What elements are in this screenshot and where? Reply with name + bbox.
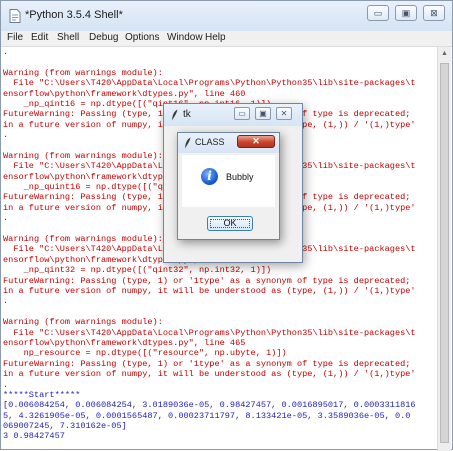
shell-line: ensorflow\python\framework\dtypes.py", l… <box>3 337 246 348</box>
shell-line: in a future version of numpy, it will be… <box>3 285 416 296</box>
tk-title-bar[interactable]: tk ▭ ▣ ✕ <box>164 104 302 126</box>
shell-line: FutureWarning: Passing (type, 1) or '1ty… <box>3 275 411 286</box>
menu-edit[interactable]: Edit <box>31 32 48 43</box>
shell-line: File "C:\Users\T420\AppData\Local\Progra… <box>3 78 416 89</box>
shell-line: in a future version of numpy, it will be… <box>3 369 416 380</box>
tk-close-button[interactable]: ✕ <box>276 107 292 120</box>
menu-debug[interactable]: Debug <box>89 32 118 43</box>
shell-line: *****Start***** <box>3 389 81 400</box>
maximize-button[interactable]: ▣ <box>395 5 417 21</box>
shell-line: . <box>3 47 9 57</box>
messagebox-title-bar[interactable]: CLASS ✕ <box>178 133 279 153</box>
ok-button[interactable]: OK <box>207 216 253 231</box>
vertical-scrollbar[interactable]: ▲ <box>437 47 451 451</box>
scrollbar-thumb[interactable] <box>440 63 449 443</box>
title-bar[interactable]: *Python 3.5.4 Shell* ▭ ▣ ⊠ <box>1 1 452 31</box>
messagebox-dialog: CLASS ✕ i Bubbly OK <box>177 132 280 240</box>
menu-shell[interactable]: Shell <box>57 32 79 43</box>
shell-line: [0.006084254, 0.006084254, 3.0189036e-05… <box>3 400 416 411</box>
menu-options[interactable]: Options <box>125 32 159 43</box>
messagebox-close-button[interactable]: ✕ <box>237 135 275 148</box>
document-icon <box>9 9 21 23</box>
tk-minimize-button[interactable]: ▭ <box>234 107 250 120</box>
shell-line: ensorflow\python\framework\dtypes.py", l… <box>3 88 246 99</box>
shell-line: 3 0.98427457 <box>3 431 65 442</box>
messagebox-title: CLASS <box>195 137 225 147</box>
messagebox-body: i Bubbly <box>182 155 275 207</box>
menu-bar: File Edit Shell Debug Options Window Hel… <box>1 31 452 47</box>
shell-line: np_resource = np.dtype([("resource", np.… <box>3 348 287 359</box>
minimize-button[interactable]: ▭ <box>367 5 389 21</box>
menu-window[interactable]: Window <box>167 32 203 43</box>
shell-line: Warning (from warnings module): <box>3 317 163 328</box>
shell-line: . <box>3 379 9 390</box>
shell-line: _np_qint32 = np.dtype([("qint32", np.int… <box>3 265 272 276</box>
shell-line: 5, 4.3261905e-05, 0.0001565487, 0.000237… <box>3 410 411 421</box>
scroll-up-arrow-icon[interactable]: ▲ <box>441 50 448 57</box>
close-button[interactable]: ⊠ <box>423 5 445 21</box>
ok-focus-ring <box>210 219 250 228</box>
shell-line: File "C:\Users\T420\AppData\Local\Progra… <box>3 327 416 338</box>
tk-feather-icon <box>172 109 178 121</box>
window-title: *Python 3.5.4 Shell* <box>25 9 123 21</box>
info-icon: i <box>201 168 218 185</box>
messagebox-message: Bubbly <box>226 172 254 182</box>
menu-file[interactable]: File <box>7 32 23 43</box>
messagebox-feather-icon <box>185 137 191 149</box>
shell-line: 069007245, 7.310162e-05] <box>3 421 127 432</box>
shell-line: . <box>3 296 9 307</box>
shell-line: Warning (from warnings module): <box>3 67 163 78</box>
tk-maximize-button[interactable]: ▣ <box>255 107 271 120</box>
menu-help[interactable]: Help <box>205 32 226 43</box>
shell-line: FutureWarning: Passing (type, 1) or '1ty… <box>3 358 411 369</box>
tk-window-title: tk <box>183 109 191 120</box>
